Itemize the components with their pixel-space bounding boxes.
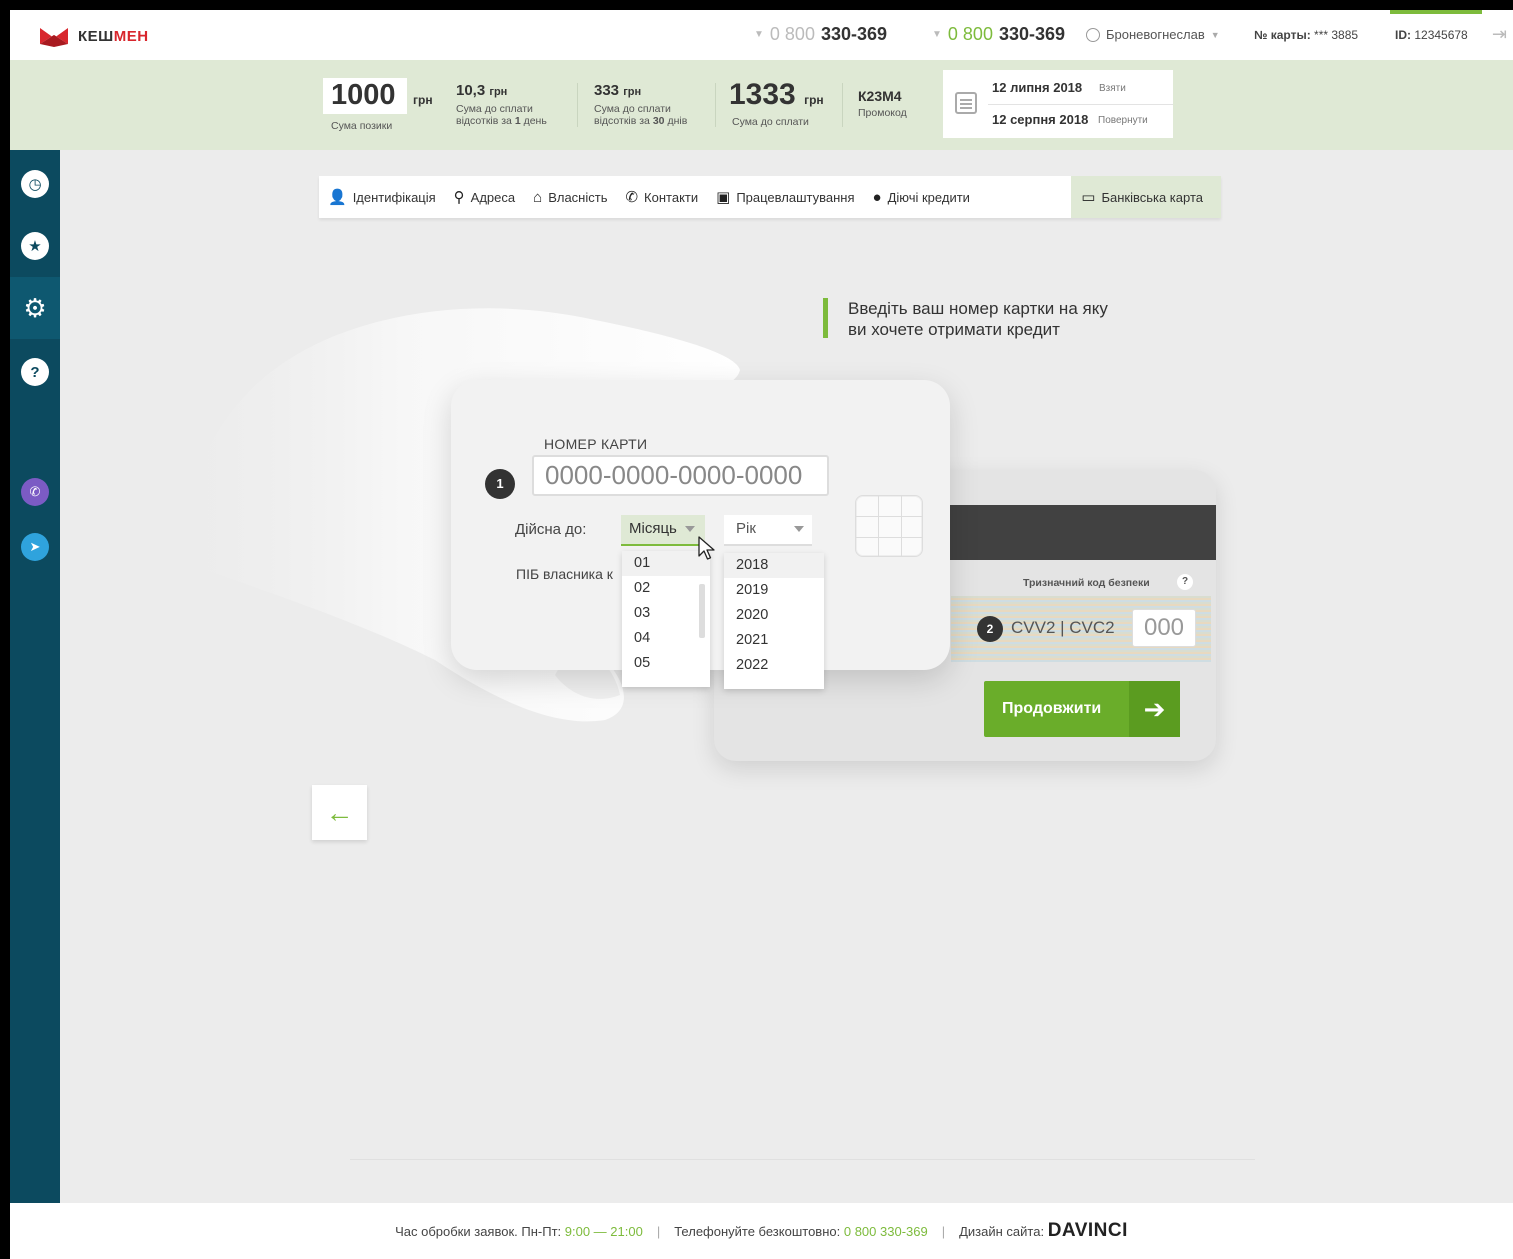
tab-property[interactable]: ⌂ Власність: [524, 176, 616, 218]
continue-button[interactable]: Продовжити ➔: [984, 681, 1180, 737]
scrollbar[interactable]: [699, 584, 705, 638]
sidebar-item-help[interactable]: ?: [10, 341, 60, 403]
list-item[interactable]: 2018: [724, 553, 824, 578]
active-indicator: [1390, 10, 1482, 14]
logo-mark-icon: [40, 28, 68, 47]
home-icon: ⌂: [533, 188, 543, 206]
tab-address[interactable]: ⚲ Адреса: [445, 176, 524, 218]
gear-icon: ⚙: [23, 293, 47, 323]
map-pin-icon: ⚲: [453, 189, 465, 206]
free-phone-info: Телефонуйте безкоштовно: 0 800 330-369: [674, 1223, 928, 1239]
step-number-2: 2: [977, 616, 1003, 642]
total-amount: 1333 грн: [729, 78, 824, 111]
sidebar-item-settings[interactable]: ⚙: [10, 277, 60, 339]
loan-dates[interactable]: 12 липня 2018 Взяти 12 серпня 2018 Повер…: [943, 70, 1173, 138]
monthly-label: Сума до сплати відсотків за 30 днів: [594, 103, 688, 127]
card-number-input[interactable]: 0000-0000-0000-0000: [532, 455, 829, 496]
footer: Час обробки заявок. Пн-Пт: 9:00 — 21:00 …: [10, 1203, 1513, 1259]
user-name: Броневогнеслав: [1106, 27, 1205, 42]
person-icon: 👤: [328, 189, 347, 206]
chevron-down-icon: ▼: [1210, 29, 1220, 40]
year-select[interactable]: Рік: [724, 515, 812, 546]
card-chip-icon: [855, 495, 923, 557]
app-frame: КЕШМЕН ▼ 0 800 330-369 ▼ 0 800 330-369 Б…: [10, 10, 1513, 1259]
chevron-down-icon: ▼: [754, 29, 764, 40]
hryvnia-icon: ●: [872, 188, 882, 206]
list-item[interactable]: 2020: [724, 603, 824, 628]
phone-primary[interactable]: ▼ 0 800 330-369: [754, 24, 887, 45]
valid-until-label: Дійсна до:: [515, 521, 587, 538]
sidebar-item-rating[interactable]: ★: [10, 215, 60, 277]
list-item[interactable]: 03: [622, 601, 710, 626]
tab-bank-card[interactable]: ▭ Банківська карта: [1071, 176, 1221, 218]
divider: [350, 1159, 1255, 1160]
user-id: ID: 12345678: [1395, 28, 1468, 42]
daily-label: Сума до сплати відсотків за 1 день: [456, 103, 547, 127]
logout-icon[interactable]: ⇥: [1492, 24, 1507, 45]
list-item[interactable]: 04: [622, 626, 710, 651]
tab-identification[interactable]: 👤 Ідентифікація: [319, 176, 445, 218]
hours-info: Час обробки заявок. Пн-Пт: 9:00 — 21:00: [395, 1223, 643, 1239]
cvv-input[interactable]: 000: [1132, 609, 1196, 647]
gauge-icon: ★: [21, 232, 49, 260]
tab-contacts[interactable]: ✆ Контакти: [616, 176, 707, 218]
user-icon: [1086, 27, 1100, 42]
viber-icon: ✆: [21, 478, 49, 506]
card-icon: ▭: [1081, 189, 1096, 206]
list-item[interactable]: 02: [622, 576, 710, 601]
left-sidebar: ◷ ★ ⚙ ? ✆ ➤: [10, 150, 60, 1203]
list-item[interactable]: 2019: [724, 578, 824, 603]
monthly-amount: 333 грн: [594, 82, 642, 99]
list-item[interactable]: 05: [622, 651, 710, 676]
month-select[interactable]: Місяць: [621, 515, 705, 546]
list-item[interactable]: 2022: [724, 653, 824, 678]
tab-employment[interactable]: ▣ Працевлаштування: [707, 176, 863, 218]
promo-code: К23М4: [858, 88, 902, 104]
phone-secondary[interactable]: ▼ 0 800 330-369: [932, 24, 1065, 45]
card-number-info: № карты: *** 3885: [1254, 28, 1359, 42]
list-item[interactable]: 2021: [724, 628, 824, 653]
tab-active-credits[interactable]: ● Діючі кредити: [864, 176, 979, 218]
year-dropdown: 2018 2019 2020 2021 2022: [724, 553, 824, 689]
month-dropdown: 01 02 03 04 05: [622, 551, 710, 687]
chevron-down-icon: ▼: [932, 29, 942, 40]
arrow-left-icon: ←: [325, 796, 354, 828]
chevron-down-icon: [794, 526, 804, 532]
arrow-right-icon: ➔: [1129, 681, 1180, 737]
logo[interactable]: КЕШМЕН: [38, 25, 149, 47]
design-credit: Дизайн сайта: DAVINCI: [959, 1220, 1128, 1241]
telegram-icon: ➤: [21, 533, 49, 561]
cvv-label: CVV2 | CVC2: [1011, 618, 1115, 637]
loan-summary-bar: 1000 грн Сума позики 10,3 грн Сума до сп…: [10, 60, 1513, 150]
list-item[interactable]: 01: [622, 551, 710, 576]
chevron-down-icon: [685, 526, 695, 532]
sidebar-item-telegram[interactable]: ➤: [10, 516, 60, 578]
briefcase-icon: ▣: [716, 189, 731, 206]
top-header: КЕШМЕН ▼ 0 800 330-369 ▼ 0 800 330-369 Б…: [10, 10, 1513, 60]
card-number-label: НОМЕР КАРТИ: [544, 436, 648, 452]
sidebar-item-viber[interactable]: ✆: [10, 461, 60, 523]
step-tabs: 👤 Ідентифікація ⚲ Адреса ⌂ Власність ✆ Конта…: [319, 176, 1221, 218]
back-button[interactable]: ←: [312, 785, 367, 840]
loan-amount-box: 1000: [323, 78, 407, 114]
user-menu[interactable]: Броневогнеслав ▼: [1086, 27, 1220, 42]
davinci-logo[interactable]: DAVINCI: [1048, 1220, 1128, 1241]
clock-icon: ◷: [21, 170, 49, 198]
calendar-icon: [955, 92, 977, 114]
step-number-1: 1: [485, 469, 515, 499]
phone-icon: ✆: [625, 189, 639, 206]
logo-text: КЕШМЕН: [78, 27, 149, 45]
daily-amount: 10,3 грн: [456, 82, 508, 99]
help-icon: ?: [21, 358, 49, 386]
help-icon[interactable]: ?: [1177, 574, 1193, 590]
sidebar-item-history[interactable]: ◷: [10, 153, 60, 215]
page-heading: Введіть ваш номер картки на яку ви хочете…: [823, 298, 1183, 339]
holder-name-label: ПІБ власника к: [516, 566, 613, 582]
mouse-cursor-icon: [698, 536, 715, 560]
